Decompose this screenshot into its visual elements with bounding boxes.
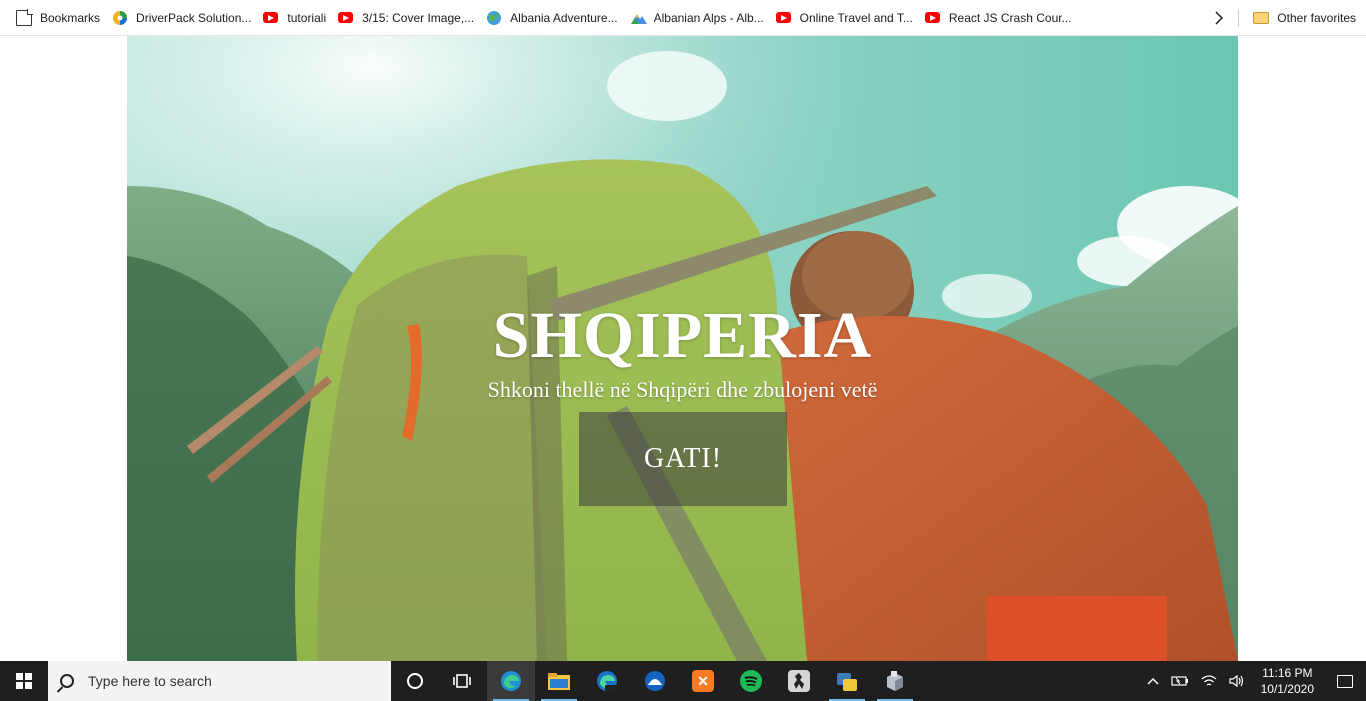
bookmark-label: 3/15: Cover Image,...	[362, 10, 475, 25]
bookmark-label: tutoriali	[287, 10, 327, 25]
volume-control[interactable]	[1223, 661, 1251, 701]
battery-icon	[1171, 676, 1188, 686]
bookmark-label: Bookmarks	[40, 10, 101, 25]
edge-beta-icon	[597, 671, 618, 691]
ready-button[interactable]: GATI!	[579, 412, 787, 506]
spotify-icon	[740, 670, 762, 692]
xampp-icon: ✕	[692, 670, 714, 692]
cortana-icon	[407, 673, 423, 689]
taskbar-app-blue[interactable]	[631, 661, 679, 701]
counter-strike-icon	[788, 670, 810, 692]
bookmark-albanian-alps[interactable]: Albanian Alps - Alb...	[624, 4, 770, 32]
show-hidden-icons[interactable]	[1141, 661, 1165, 701]
taskbar-spotify[interactable]	[727, 661, 775, 701]
file-explorer-icon	[548, 673, 570, 690]
youtube-icon	[263, 10, 279, 26]
globe-icon	[486, 10, 502, 26]
bookmark-react-crash-course[interactable]: React JS Crash Cour...	[919, 4, 1078, 32]
youtube-icon	[338, 10, 354, 26]
driverpack-icon	[112, 10, 128, 26]
bookmark-bookmarks[interactable]: Bookmarks	[10, 4, 106, 32]
app-blue-icon	[645, 671, 665, 691]
taskbar-file-explorer[interactable]	[535, 661, 583, 701]
windows-taskbar: Type here to search ✕ 11:16 PM 10/1/2020	[0, 661, 1366, 701]
taskbar-edge-beta[interactable]	[583, 661, 631, 701]
clock-time: 11:16 PM	[1262, 666, 1313, 680]
start-button[interactable]	[0, 661, 48, 701]
task-view-button[interactable]	[439, 661, 487, 701]
taskbar-python[interactable]	[823, 661, 871, 701]
chevron-up-icon	[1147, 677, 1159, 685]
edge-icon	[501, 671, 521, 691]
taskbar-clock[interactable]: 11:16 PM 10/1/2020	[1251, 665, 1324, 697]
document-icon	[16, 9, 33, 26]
bookmark-driverpack[interactable]: DriverPack Solution...	[106, 4, 257, 32]
bookmarks-bar: Bookmarks DriverPack Solution... tutoria…	[0, 0, 1366, 36]
notification-icon	[1337, 674, 1353, 688]
taskbar-xampp[interactable]: ✕	[679, 661, 727, 701]
chevron-right-icon[interactable]	[1208, 7, 1230, 29]
bookmark-albania-adventure[interactable]: Albania Adventure...	[480, 4, 623, 32]
windows-logo-icon	[16, 673, 32, 689]
hero-section: SHQIPERIA Shkoni thellë në Shqipëri dhe …	[127, 36, 1238, 661]
youtube-icon	[775, 10, 792, 26]
system-tray: 11:16 PM 10/1/2020	[1141, 661, 1366, 701]
taskbar-counter-strike[interactable]	[775, 661, 823, 701]
other-favorites-folder[interactable]: Other favorites	[1247, 4, 1362, 32]
bookmark-label: DriverPack Solution...	[136, 10, 252, 25]
hero-title: SHQIPERIA	[492, 299, 873, 372]
bookmark-label: React JS Crash Cour...	[948, 10, 1072, 25]
search-placeholder: Type here to search	[88, 673, 212, 689]
network-status[interactable]	[1195, 661, 1223, 701]
other-favorites-label: Other favorites	[1277, 10, 1356, 25]
action-center-button[interactable]	[1324, 661, 1366, 701]
task-view-icon	[453, 674, 471, 688]
bookmark-tutoriali[interactable]: tutoriali	[257, 4, 332, 32]
bookmark-label: Online Travel and T...	[799, 10, 913, 25]
taskbar-app-box[interactable]	[871, 661, 919, 701]
bookmark-label: Albania Adventure...	[510, 10, 618, 25]
bookmark-label: Albanian Alps - Alb...	[653, 10, 764, 25]
wifi-icon	[1201, 675, 1217, 686]
bookmark-online-travel[interactable]: Online Travel and T...	[770, 4, 919, 32]
python-icon	[837, 673, 857, 691]
app-box-icon	[887, 671, 903, 691]
hero-subtitle: Shkoni thellë në Shqipëri dhe zbulojeni …	[487, 377, 878, 402]
bookmark-cover-image[interactable]: 3/15: Cover Image,...	[332, 4, 480, 32]
clock-date: 10/1/2020	[1260, 682, 1314, 696]
bookmarks-divider	[1238, 8, 1240, 27]
folder-icon	[1253, 11, 1270, 24]
mountain-icon	[630, 10, 647, 26]
speaker-icon	[1229, 674, 1243, 688]
taskbar-edge[interactable]	[487, 661, 535, 701]
cortana-button[interactable]	[391, 661, 439, 701]
search-icon	[60, 674, 74, 688]
battery-status[interactable]	[1165, 661, 1195, 701]
hero-overlay: SHQIPERIA Shkoni thellë në Shqipëri dhe …	[127, 36, 1238, 661]
taskbar-search-box[interactable]: Type here to search	[48, 661, 391, 701]
youtube-icon	[924, 10, 941, 26]
